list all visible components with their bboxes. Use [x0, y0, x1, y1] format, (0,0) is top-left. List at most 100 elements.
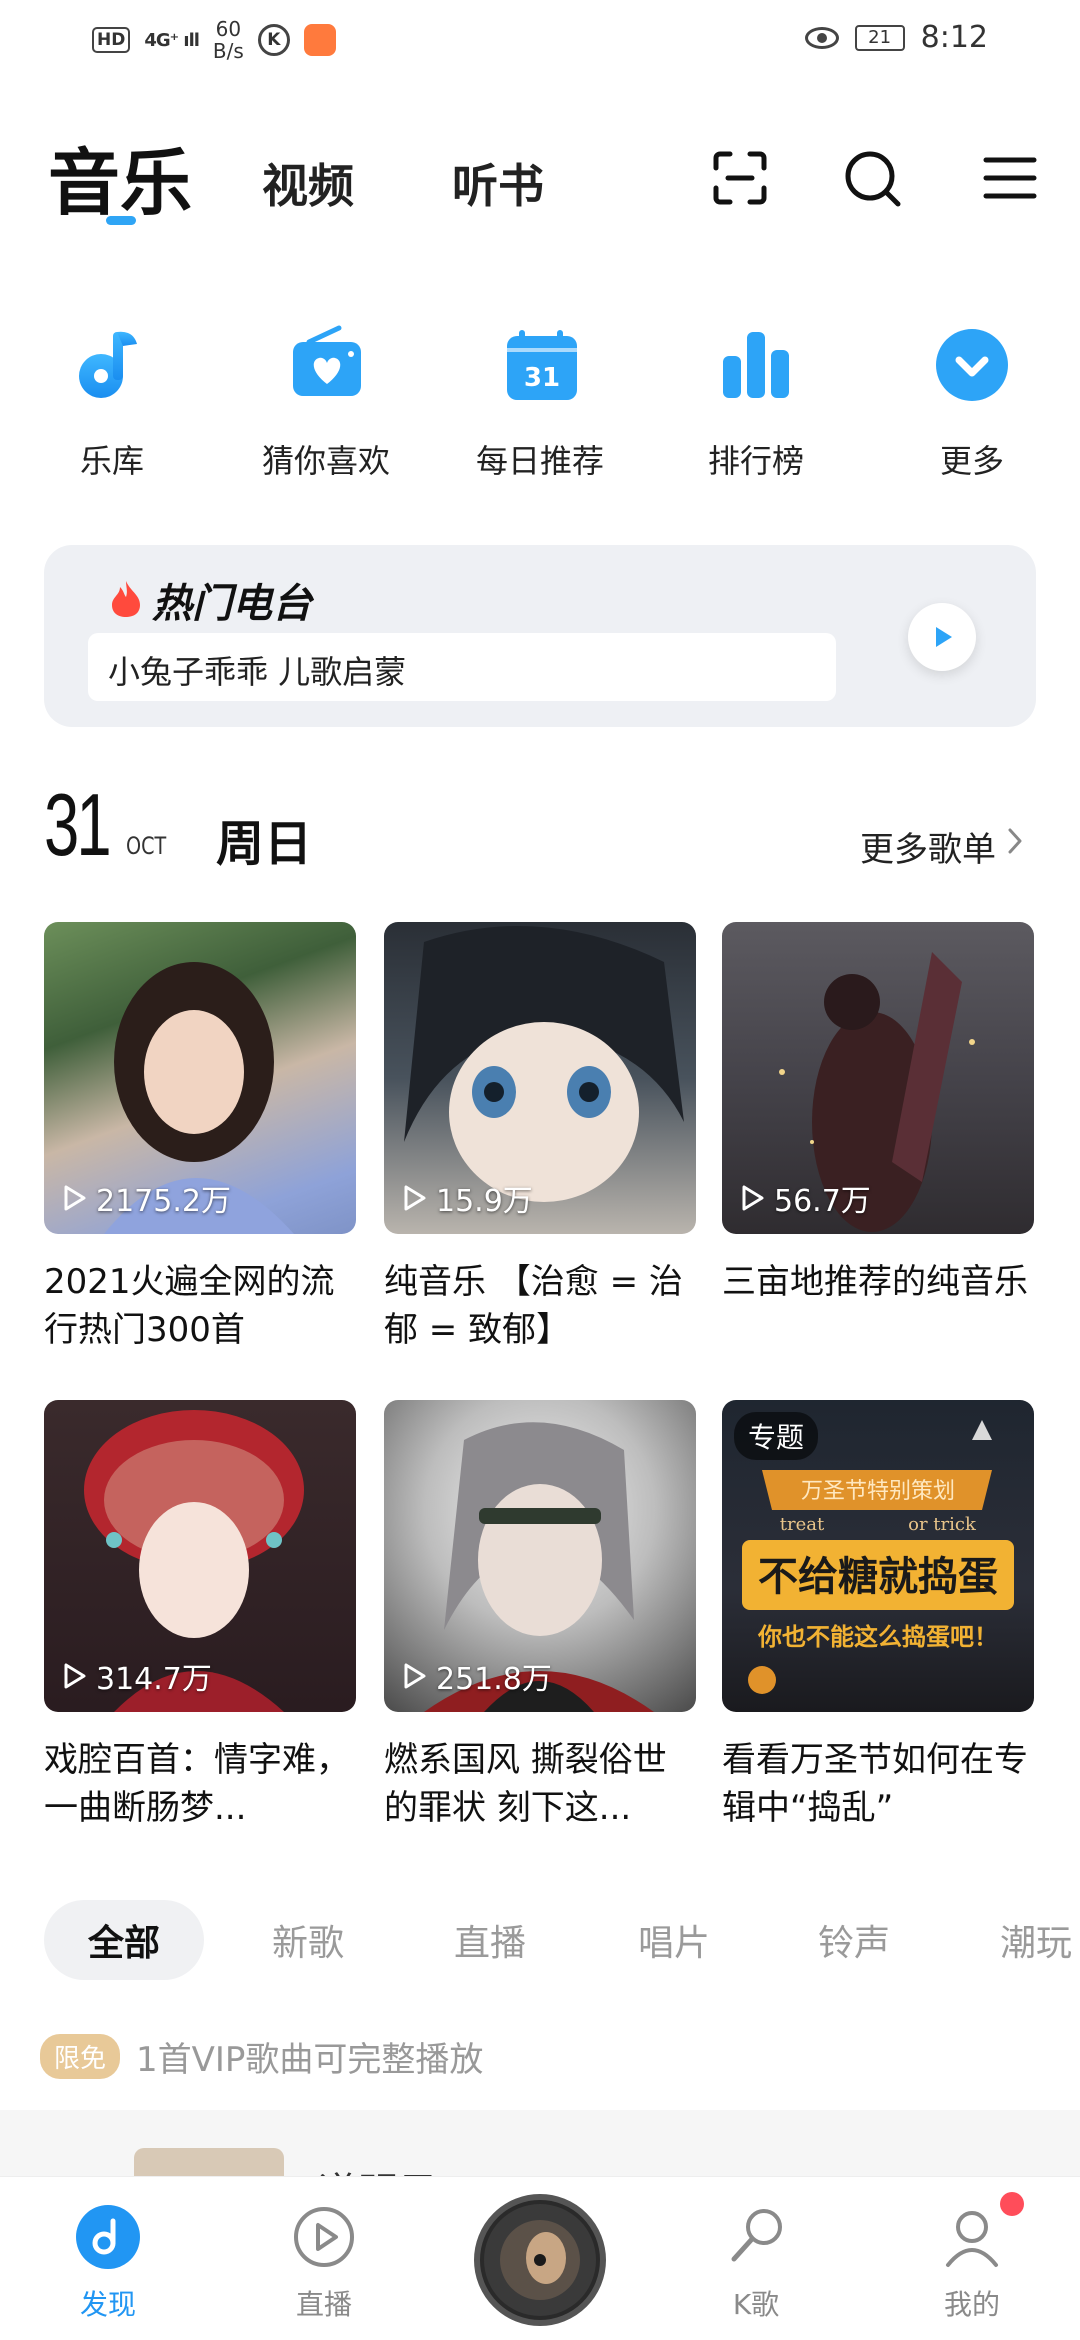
live-icon: [294, 2207, 354, 2267]
play-count-value: 15.9万: [436, 1184, 533, 1219]
play-outline-icon: [64, 1185, 86, 1211]
microphone-icon: [731, 2209, 782, 2262]
quick-links: 乐库 猜你喜欢 31 每日推荐 排行榜 更多: [0, 320, 1080, 490]
playlist-cover[interactable]: 15.9万: [384, 922, 696, 1234]
category-tab-live[interactable]: 直播: [454, 1900, 526, 1980]
calendar-icon: 31: [507, 330, 577, 400]
radio-play-button[interactable]: [908, 603, 976, 671]
playlist-card[interactable]: 15.9万 纯音乐 【治愈 = 治郁 = 致郁】: [384, 922, 696, 1354]
hot-radio-title: 热门电台: [152, 581, 312, 627]
vip-strip-text: 1首VIP歌曲可完整播放: [136, 2039, 484, 2080]
active-tab-indicator: [106, 216, 136, 225]
playlist-card[interactable]: 251.8万 燃系国风 撕裂俗世的罪状 刻下这...: [384, 1400, 696, 1832]
category-tab-trendy[interactable]: 潮玩: [1000, 1900, 1072, 1980]
quick-link-daily[interactable]: 31 每日推荐: [450, 320, 630, 482]
playlist-card[interactable]: 314.7万 戏腔百首：情字难，一曲断肠梦...: [44, 1400, 356, 1832]
category-tab-album[interactable]: 唱片: [638, 1900, 710, 1980]
play-count-value: 314.7万: [96, 1662, 212, 1697]
quick-link-more[interactable]: 更多: [882, 320, 1062, 482]
playlist-card[interactable]: 2175.2万 2021火遍全网的流行热门300首: [44, 922, 356, 1354]
playlist-card[interactable]: 万圣节特别策划 treat or trick 不给糖就捣蛋 你也不能这么捣蛋吧！…: [722, 1400, 1034, 1832]
date-day-number: 31: [44, 775, 112, 874]
network-speed-value: 60: [215, 17, 242, 41]
playlist-card[interactable]: 56.7万 三亩地推荐的纯音乐: [722, 922, 1034, 1354]
quick-link-guess[interactable]: 猜你喜欢: [236, 320, 416, 482]
quick-link-label: 排行榜: [707, 442, 804, 480]
music-note-icon: [79, 331, 137, 398]
more-playlists-link[interactable]: 更多歌单: [860, 822, 996, 871]
vip-strip[interactable]: 限免 1首VIP歌曲可完整播放: [40, 2033, 484, 2080]
quick-link-label: 每日推荐: [475, 442, 604, 480]
bar-chart-icon: [723, 332, 789, 398]
play-count: 15.9万: [398, 1176, 533, 1220]
cover-treat-text: treat: [780, 1514, 825, 1535]
signal-icon: 4G⁺ ıll: [144, 29, 200, 51]
bottom-tab-karaoke[interactable]: K歌: [676, 2201, 836, 2323]
album-art-disc: [484, 2204, 596, 2316]
network-speed-unit: B/s: [212, 39, 244, 63]
date-weekday: 周日: [216, 816, 313, 872]
play-count-value: 251.8万: [436, 1662, 552, 1697]
category-tab-ringtone[interactable]: 铃声: [818, 1900, 890, 1980]
cover-trick-text: or trick: [908, 1514, 977, 1535]
play-count: 314.7万: [58, 1654, 212, 1698]
radio-heart-icon: [293, 325, 361, 396]
play-count-value: 56.7万: [774, 1184, 871, 1219]
hd-icon: HD: [92, 27, 131, 53]
play-count-value: 2175.2万: [96, 1184, 231, 1219]
topic-badge: 专题: [734, 1412, 819, 1460]
playlist-cover[interactable]: 56.7万: [722, 922, 1034, 1234]
now-playing-disc[interactable]: [474, 2194, 606, 2326]
play-count: 56.7万: [736, 1176, 871, 1220]
bottom-tab-label: 我的: [943, 2288, 1000, 2321]
bottom-tab-live[interactable]: 直播: [244, 2201, 404, 2323]
chevron-right-icon[interactable]: [1000, 826, 1030, 856]
category-tab-all[interactable]: 全部: [44, 1900, 205, 1980]
free-limited-badge: 限免: [40, 2033, 121, 2079]
discover-icon: [76, 2205, 140, 2269]
playlist-title: 三亩地推荐的纯音乐: [722, 1262, 1028, 1302]
playlist-title: 燃系国风 撕裂俗世的罪状 刻下这...: [384, 1740, 667, 1828]
bottom-tab-label: 发现: [79, 2288, 136, 2321]
playlist-title: 纯音乐 【治愈 = 治郁 = 致郁】: [384, 1262, 683, 1350]
bottom-tab-label: 直播: [295, 2288, 352, 2321]
quick-link-label: 猜你喜欢: [261, 442, 390, 480]
status-left: HD 4G⁺ ıll 60 B/s K: [92, 18, 336, 62]
play-outline-icon: [742, 1185, 764, 1211]
playlist-cover[interactable]: 251.8万: [384, 1400, 696, 1712]
notification-dot: [1000, 2192, 1024, 2216]
quick-link-library[interactable]: 乐库: [22, 320, 202, 482]
scan-icon[interactable]: [708, 146, 772, 210]
quick-link-label: 更多: [939, 442, 1004, 480]
playlist-title: 戏腔百首：情字难，一曲断肠梦...: [44, 1740, 350, 1828]
date-header: 31 OCT 周日 更多歌单: [0, 775, 1080, 880]
tab-music[interactable]: 音乐: [48, 124, 192, 229]
top-nav: 音乐 视频 听书: [0, 120, 1080, 240]
notification-app-icon: [303, 24, 336, 56]
chevron-down-icon: [936, 329, 1008, 401]
playlist-title: 看看万圣节如何在专辑中“捣乱”: [722, 1740, 1028, 1828]
status-bar: HD 4G⁺ ıll 60 B/s K 21 8:12: [0, 0, 1080, 84]
playlist-cover[interactable]: 2175.2万: [44, 922, 356, 1234]
tab-audiobook[interactable]: 听书: [452, 150, 544, 216]
search-icon[interactable]: [840, 146, 904, 210]
playlist-cover[interactable]: 万圣节特别策划 treat or trick 不给糖就捣蛋 你也不能这么捣蛋吧！…: [722, 1400, 1034, 1712]
category-tab-new[interactable]: 新歌: [272, 1900, 344, 1980]
hot-radio-now-playing: 小兔子乖乖 儿歌启蒙: [88, 633, 836, 701]
category-tabs: 全部 新歌 直播 唱片 铃声 潮玩: [0, 1900, 1080, 1984]
status-right: 21 8:12: [804, 20, 988, 55]
hot-radio-card[interactable]: 热门电台 小兔子乖乖 儿歌启蒙: [44, 545, 1036, 727]
calendar-icon-number: 31: [524, 363, 560, 393]
k-app-icon: K: [257, 24, 290, 56]
playlist-cover[interactable]: 314.7万: [44, 1400, 356, 1712]
tab-video[interactable]: 视频: [262, 150, 354, 216]
bottom-tab-discover[interactable]: 发现: [28, 2201, 188, 2323]
play-count: 251.8万: [398, 1654, 552, 1698]
quick-link-charts[interactable]: 排行榜: [666, 320, 846, 482]
bottom-tab-mine[interactable]: 我的: [892, 2201, 1052, 2323]
eye-comfort-icon: [804, 26, 839, 49]
cover-headline-text: 不给糖就捣蛋: [758, 1554, 998, 1600]
battery-icon: 21: [854, 24, 905, 51]
playlist-title: 2021火遍全网的流行热门300首: [44, 1262, 335, 1350]
menu-icon[interactable]: [978, 146, 1042, 210]
